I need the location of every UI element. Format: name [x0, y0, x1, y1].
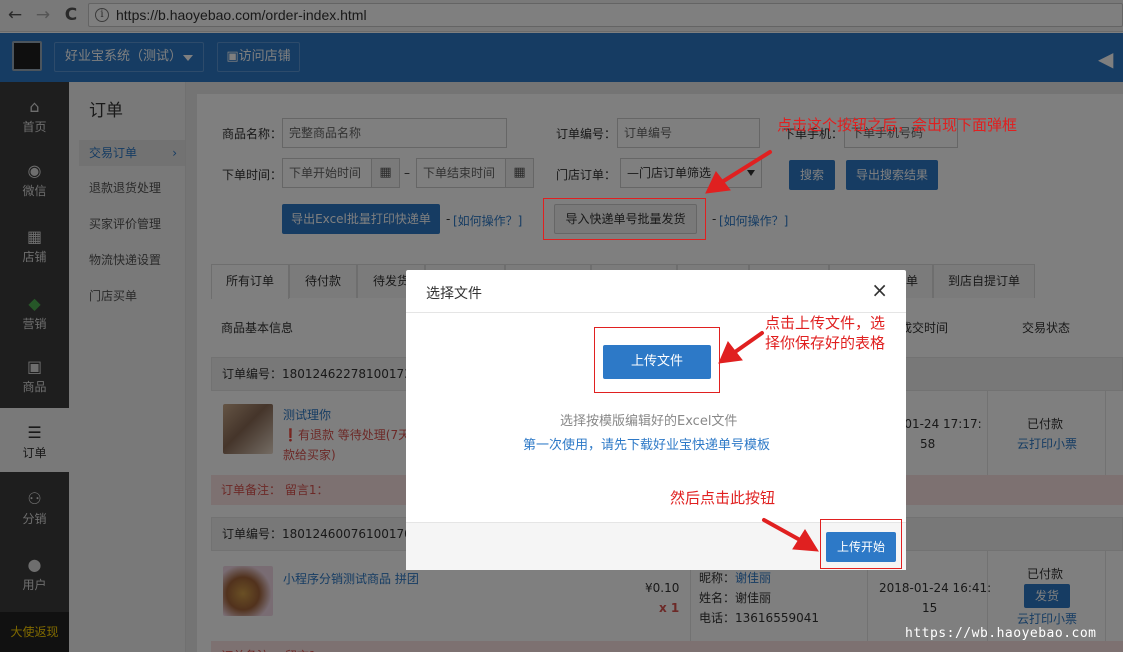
- arrow-head: [718, 341, 743, 364]
- arrow-line: [733, 331, 764, 354]
- arrow-head: [705, 171, 731, 194]
- arrow-line: [720, 150, 772, 184]
- arrow-head: [792, 529, 819, 552]
- watermark-text: https://wb.haoyebao.com: [905, 626, 1097, 641]
- arrow-line: [762, 518, 802, 542]
- annotation-arrows: [705, 150, 819, 552]
